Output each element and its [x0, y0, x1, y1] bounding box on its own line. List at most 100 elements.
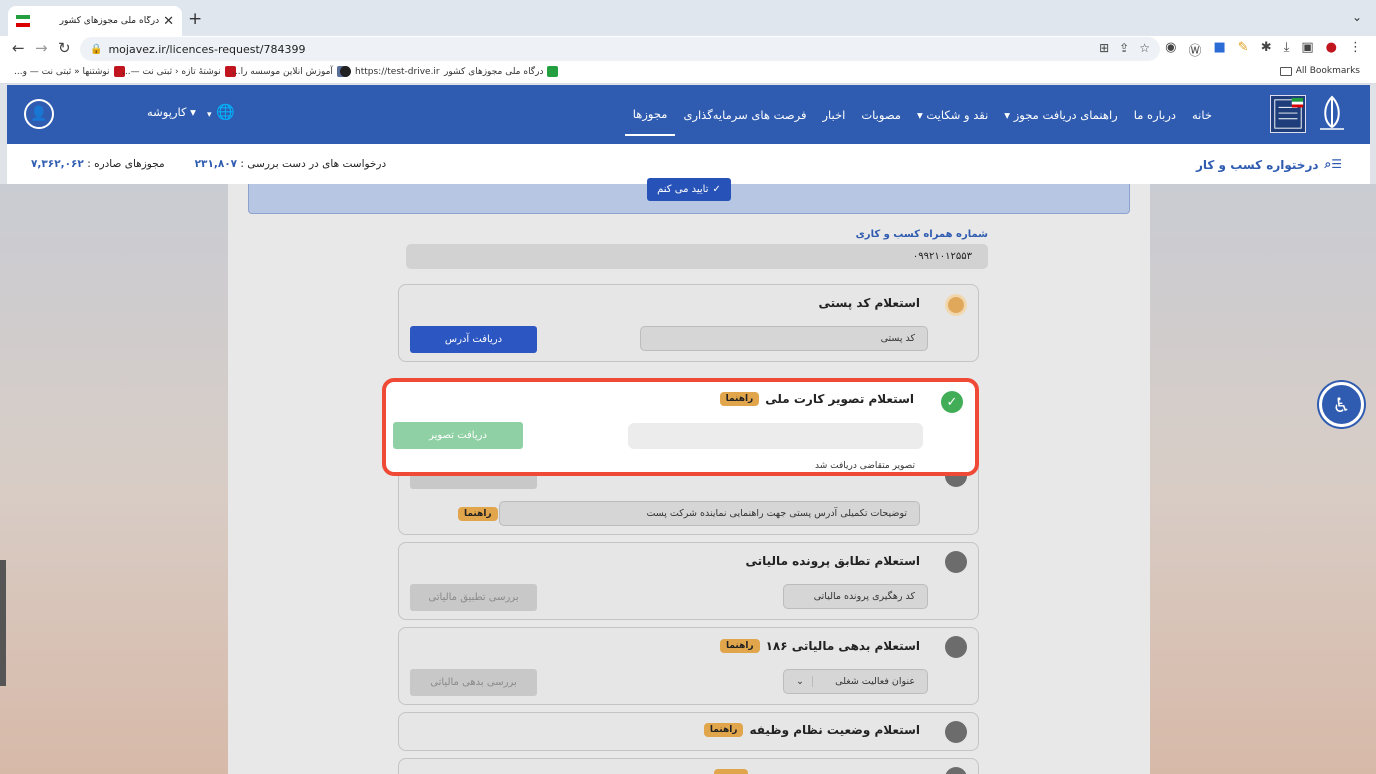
address-notes-input[interactable]: توضیحات تکمیلی آدرس پستی جهت راهنمایی نم… — [499, 501, 920, 526]
chevron-down-icon: ▾ — [207, 110, 212, 120]
national-card-title-text: استعلام تصویر کارت ملی — [765, 392, 914, 406]
profile-icon[interactable]: ● — [1326, 40, 1337, 59]
business-tree-link[interactable]: ☰⌕ درختواره کسب و کار — [1196, 157, 1342, 172]
extension-icons: ◉ Ⓦ ■ ✎ ✱ ⤓ ▣ ● ⋮ — [1165, 40, 1362, 59]
menu-item-investment[interactable]: فرصت های سرمایه‌گذاری — [675, 85, 814, 144]
national-card-title: استعلام تصویر کارت ملی راهنما — [719, 392, 914, 406]
scrollbar-thumb[interactable] — [0, 560, 6, 686]
language-selector[interactable]: 🌐 ▾ — [207, 103, 235, 121]
bookmark-star-icon[interactable]: ☆ — [1139, 41, 1150, 55]
image-received-status: تصویر متقاضی دریافت شد — [815, 461, 915, 471]
forward-arrow-icon[interactable]: → — [35, 39, 48, 57]
bookmarks-bar: نوشتنها « ثبتی نت — و... نوشتهٔ تازه ‹ ث… — [0, 62, 1376, 84]
menu-item-news[interactable]: اخبار — [815, 85, 854, 144]
globe-favicon-icon — [340, 66, 351, 77]
bookmark-item[interactable]: https://test-drive.ir — [340, 66, 440, 77]
search-list-icon: ☰⌕ — [1324, 157, 1342, 171]
job-title-placeholder: عنوان فعالیت شغلی — [835, 676, 915, 687]
pending-spinner-icon — [945, 294, 967, 316]
tax-debt-button[interactable]: بررسی بدهی مالیاتی — [410, 669, 537, 696]
accessibility-icon[interactable]: ♿ — [1319, 382, 1364, 427]
bookmark-item[interactable]: درگاه ملی مجوزهای کشور — [444, 66, 559, 77]
extensions-puzzle-icon[interactable]: ✱ — [1261, 40, 1272, 59]
status-circle-icon — [945, 636, 967, 658]
national-card-field[interactable] — [628, 423, 923, 449]
bookmark-item[interactable]: نوشتهٔ تازه ‹ ثبتی نت —... — [122, 66, 236, 77]
browser-toolbar: ← → ↻ 🔒 mojavez.ir/licences-request/7843… — [0, 36, 1376, 62]
browser-tabstrip: ✕ درگاه ملی مجوزهای کشور + ⌄ — [0, 0, 1376, 36]
confirm-button[interactable]: ✓ تایید می کنم — [647, 178, 731, 201]
menu-item-guide[interactable]: راهنمای دریافت مجوز ▾ — [996, 85, 1125, 144]
guide-badge[interactable]: راهنما — [719, 392, 760, 406]
bookmark-item[interactable]: آموزش انلاین موسسه را... — [232, 66, 348, 77]
sidepanel-icon[interactable]: ▣ — [1301, 40, 1313, 59]
phone-label: شماره همراه کسب و کاری — [855, 229, 988, 240]
download-icon[interactable]: ⤓ — [1284, 40, 1290, 59]
menu-item-licenses[interactable]: مجوزها — [624, 94, 676, 136]
back-arrow-icon[interactable]: ← — [12, 39, 25, 57]
guide-badge[interactable]: راهنما — [703, 723, 744, 737]
bookmark-label: درگاه ملی مجوزهای کشور — [444, 66, 544, 77]
status-circle-icon — [945, 551, 967, 573]
guide-badge[interactable]: راهنما — [720, 639, 760, 653]
translate-icon[interactable]: ⊞ — [1099, 41, 1109, 55]
pending-stat: درخواست های در دست بررسی : ۲۳۱,۸۰۷ — [195, 158, 387, 170]
share-icon[interactable]: ⇪ — [1119, 41, 1129, 55]
omnibox-actions: ⊞ ⇪ ☆ — [1099, 41, 1150, 55]
tax-tracking-input[interactable]: کد رهگیری پرونده مالیاتی — [783, 584, 928, 609]
color-extension-icon[interactable]: ✎ — [1238, 40, 1249, 59]
military-title-text: استعلام وضعیت نظام وظیفه — [749, 723, 920, 737]
karpooshe-menu[interactable]: ▾ کارپوشه — [147, 105, 196, 119]
business-tree-label: درختواره کسب و کار — [1195, 157, 1319, 172]
get-address-button[interactable]: دریافت آدرس — [410, 326, 537, 353]
status-circle-icon — [945, 721, 967, 743]
user-avatar-icon[interactable]: 👤 — [24, 99, 54, 129]
national-card-inquiry-card: ✓ استعلام تصویر کارت ملی راهنما دریافت ت… — [382, 378, 979, 476]
military-card: استعلام وضعیت نظام وظیفه راهنما — [398, 712, 979, 751]
address-bar[interactable]: 🔒 mojavez.ir/licences-request/784399 — [80, 37, 1160, 61]
browser-tab[interactable]: ✕ درگاه ملی مجوزهای کشور — [8, 6, 182, 36]
bookmark-label: آموزش انلاین موسسه را... — [232, 66, 333, 77]
close-tab-icon[interactable]: ✕ — [163, 14, 174, 29]
site-header: خانه درباره ما راهنمای دریافت مجوز ▾ نقد… — [7, 85, 1370, 144]
postal-title: استعلام کد پستی — [818, 296, 920, 310]
tab-search-chevron-icon[interactable]: ⌄ — [1352, 10, 1362, 24]
all-bookmarks[interactable]: All Bookmarks — [1279, 66, 1360, 76]
postal-title-text: استعلام کد پستی — [818, 296, 920, 310]
bookmark-label: نوشتهٔ تازه ‹ ثبتی نت —... — [122, 66, 221, 77]
new-tab-icon[interactable]: + — [188, 9, 202, 29]
get-image-button[interactable]: دریافت تصویر — [393, 422, 523, 449]
next-card — [398, 758, 979, 774]
globe-icon: 🌐 — [216, 103, 235, 121]
translator-extension-icon[interactable]: ■ — [1214, 40, 1226, 59]
lock-icon: 🔒 — [90, 43, 103, 55]
main-menu: خانه درباره ما راهنمای دریافت مجوز ▾ نقد… — [624, 85, 1220, 144]
site-logo[interactable] — [1270, 93, 1350, 135]
issued-stat: مجوزهای صادره : ۷,۳۶۲,۰۶۲ — [31, 158, 165, 170]
iran-flag-favicon-icon — [16, 15, 30, 27]
bookmark-item[interactable]: نوشتنها « ثبتی نت — و... — [14, 66, 125, 77]
camera-extension-icon[interactable]: ◉ — [1165, 40, 1176, 59]
menu-item-complaints[interactable]: نقد و شکایت ▾ — [909, 85, 996, 144]
postal-code-input[interactable]: کد پستی — [640, 326, 928, 351]
reload-icon[interactable]: ↻ — [58, 39, 71, 57]
menu-item-about[interactable]: درباره ما — [1126, 85, 1184, 144]
bookmark-favicon-icon — [547, 66, 559, 77]
tax-match-button[interactable]: بررسی تطبیق مالیاتی — [410, 584, 537, 611]
phone-field[interactable]: ۰۹۹۲۱۰۱۲۵۵۳ — [406, 244, 988, 269]
guide-badge[interactable]: راهنما — [458, 507, 498, 521]
all-bookmarks-label: All Bookmarks — [1295, 66, 1360, 76]
stats-counters: درخواست های در دست بررسی : ۲۳۱,۸۰۷ مجوزه… — [31, 158, 386, 170]
wordpress-extension-icon[interactable]: Ⓦ — [1188, 40, 1201, 59]
job-title-select[interactable]: عنوان فعالیت شغلی ⌄ — [783, 669, 928, 694]
guide-badge-partial[interactable] — [714, 769, 748, 774]
confirm-button-label: تایید می کنم — [657, 184, 709, 195]
issued-label: مجوزهای صادره : — [87, 158, 165, 170]
success-check-icon: ✓ — [941, 391, 963, 413]
postal-code-card: استعلام کد پستی کد پستی دریافت آدرس — [398, 284, 979, 362]
browser-menu-icon[interactable]: ⋮ — [1349, 40, 1362, 59]
tax-debt-title: استعلام بدهی مالیاتی ۱۸۶ راهنما — [720, 639, 920, 653]
bookmark-label: https://test-drive.ir — [355, 66, 440, 77]
menu-item-resolutions[interactable]: مصوبات — [853, 85, 909, 144]
menu-item-home[interactable]: خانه — [1184, 85, 1220, 144]
